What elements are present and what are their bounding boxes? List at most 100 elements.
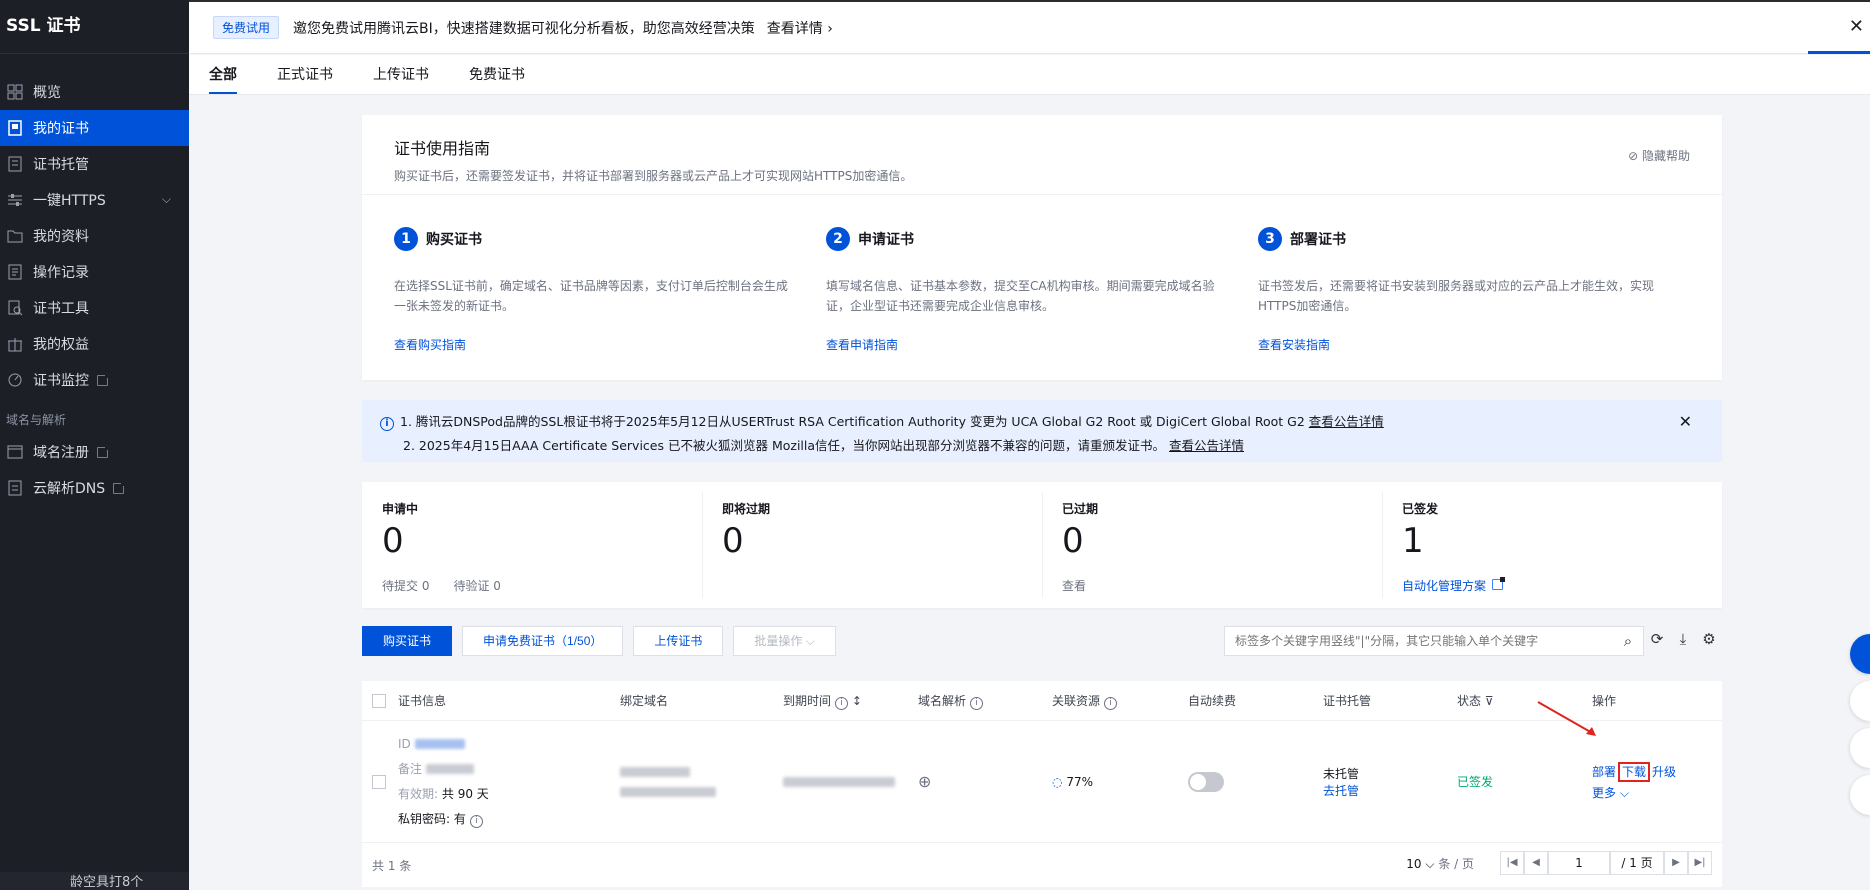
- step-number: 2: [826, 227, 850, 251]
- first-page-button[interactable]: |◀: [1500, 851, 1524, 875]
- sidebar-item-cert-tools[interactable]: 证书工具: [0, 290, 189, 326]
- search-box: ⌕: [1224, 626, 1644, 656]
- info-icon[interactable]: i: [970, 696, 984, 710]
- page-size-value: 10: [1406, 856, 1422, 871]
- step-desc: 证书签发后，还需要将证书安装到服务器或对应的云产品上才能生效，实现HTTPS加密…: [1258, 279, 1655, 313]
- col-dns: 域名解析 i: [918, 692, 1052, 710]
- stat-label: 即将过期: [722, 502, 771, 516]
- stat-value[interactable]: 0: [382, 521, 684, 561]
- promo-text: 邀您免费试用腾讯云BI，快速搭建数据可视化分析看板，助您高效经营决策: [293, 20, 755, 37]
- float-service-button[interactable]: [1850, 634, 1870, 674]
- col-auto-renew: 自动续费: [1188, 694, 1237, 708]
- sidebar-item-dns[interactable]: 云解析DNS: [0, 470, 189, 506]
- download-link[interactable]: 下载: [1618, 761, 1651, 782]
- tab-free[interactable]: 免费证书: [469, 55, 525, 94]
- stat-value[interactable]: 0: [1062, 521, 1364, 561]
- automation-link[interactable]: 自动化管理方案: [1402, 579, 1486, 593]
- page-total: / 1 页: [1610, 851, 1664, 875]
- prev-page-button[interactable]: ◀: [1524, 851, 1548, 875]
- download-icon[interactable]: ⤓: [1670, 630, 1696, 648]
- hide-help-button[interactable]: ⊘ 隐藏帮助: [1628, 147, 1690, 164]
- external-link-icon: [113, 480, 127, 494]
- stat-value[interactable]: 0: [722, 521, 1024, 561]
- page-size-select[interactable]: 10 ⌵ 条 / 页: [1406, 855, 1474, 872]
- domain-icon: [6, 443, 24, 461]
- sidebar-item-my-certificates[interactable]: 我的证书: [0, 110, 189, 146]
- loading-icon: ◌: [1052, 774, 1063, 789]
- sidebar-item-overview[interactable]: 概览: [0, 74, 189, 110]
- auto-renew-toggle[interactable]: [1188, 771, 1224, 792]
- float-cloud-button[interactable]: [1850, 681, 1870, 721]
- search-icon[interactable]: ⌕: [1613, 632, 1643, 650]
- page-size-unit: 条 / 页: [1438, 856, 1474, 871]
- stat-label: 已过期: [1062, 502, 1099, 516]
- table-footer: 共 1 条 10 ⌵ 条 / 页 |◀ ◀ 1 / 1 页 ▶ ▶|: [362, 843, 1722, 887]
- sidebar-item-my-profile[interactable]: 我的资料: [0, 218, 189, 254]
- last-page-button[interactable]: ▶|: [1688, 851, 1712, 875]
- info-icon[interactable]: i: [469, 814, 483, 828]
- stat-view-link[interactable]: 查看: [1062, 579, 1086, 593]
- upgrade-link[interactable]: 升级: [1652, 765, 1676, 779]
- info-icon[interactable]: i: [1104, 696, 1118, 710]
- apply-guide-link[interactable]: 查看申请指南: [826, 336, 1228, 353]
- gear-icon[interactable]: ⚙: [1696, 630, 1722, 648]
- refresh-icon[interactable]: ⟳: [1644, 630, 1670, 648]
- buy-certificate-button[interactable]: 购买证书: [362, 626, 453, 656]
- sidebar-item-hosting[interactable]: 证书托管: [0, 146, 189, 182]
- tab-formal[interactable]: 正式证书: [277, 55, 333, 94]
- redacted-cert-id[interactable]: [414, 739, 465, 749]
- close-icon[interactable]: ✕: [1849, 16, 1864, 37]
- certificate-table: 证书信息 绑定域名 到期时间 i ↕ 域名解析 i 关联资源 i 自动续费 证书托管 …: [362, 681, 1722, 887]
- tool-icon: [6, 299, 24, 317]
- stat-issued: 已签发 1 自动化管理方案: [1382, 482, 1722, 608]
- chevron-down-icon: ⌵: [805, 634, 815, 648]
- sliders-icon: [6, 191, 24, 209]
- select-all-checkbox[interactable]: [372, 693, 386, 708]
- sidebar-bottom-bar[interactable]: 龄空具打8个: [0, 872, 189, 890]
- private-key-label: 私钥密码:: [398, 811, 451, 826]
- buy-guide-link[interactable]: 查看购买指南: [394, 336, 796, 353]
- info-icon[interactable]: i: [835, 696, 849, 710]
- stat-pending-verify[interactable]: 待验证 0: [453, 579, 500, 593]
- sidebar-item-operation-log[interactable]: 操作记录: [0, 254, 189, 290]
- sidebar-item-domain-registration[interactable]: 域名注册: [0, 434, 189, 470]
- folder-icon: [6, 227, 24, 245]
- stat-label: 申请中: [382, 502, 419, 516]
- sidebar-item-label: 云解析DNS: [33, 481, 106, 497]
- table-toolbar: 购买证书 申请免费证书（1/50） 上传证书 批量操作 ⌵ ⌕ ⟳ ⤓ ⚙: [362, 626, 1722, 656]
- float-doc-button[interactable]: [1850, 728, 1870, 768]
- batch-operation-dropdown[interactable]: 批量操作 ⌵: [733, 626, 836, 656]
- upload-certificate-button[interactable]: 上传证书: [633, 626, 724, 656]
- apply-free-cert-button[interactable]: 申请免费证书（1/50）: [462, 626, 624, 656]
- sidebar-item-one-click-https[interactable]: 一键HTTPS ⌵: [0, 182, 189, 218]
- deploy-link[interactable]: 部署: [1592, 765, 1616, 779]
- float-menu-button[interactable]: [1850, 775, 1870, 815]
- go-hosting-link[interactable]: 去托管: [1323, 782, 1457, 799]
- close-icon[interactable]: ✕: [1679, 410, 1692, 434]
- search-input[interactable]: [1235, 634, 1613, 648]
- install-guide-link[interactable]: 查看安装指南: [1258, 336, 1660, 353]
- col-expiry[interactable]: 到期时间 i ↕: [783, 692, 918, 710]
- promo-details-link[interactable]: 查看详情 ›: [767, 18, 833, 38]
- notice-link-2[interactable]: 查看公告详情: [1169, 438, 1244, 453]
- tab-all[interactable]: 全部: [209, 55, 237, 94]
- sort-icon[interactable]: ↕: [852, 694, 862, 708]
- id-label: ID: [398, 736, 411, 751]
- filter-icon[interactable]: ⊽: [1485, 694, 1494, 708]
- private-key-value: 有: [453, 811, 466, 826]
- tab-uploaded[interactable]: 上传证书: [373, 55, 429, 94]
- page-input[interactable]: 1: [1548, 851, 1610, 875]
- sidebar-item-cert-monitor[interactable]: 证书监控: [0, 362, 189, 398]
- notice-link-1[interactable]: 查看公告详情: [1309, 414, 1384, 429]
- more-dropdown[interactable]: 更多 ⌵: [1592, 784, 1722, 801]
- certificate-icon: [6, 119, 24, 137]
- col-domain: 绑定域名: [620, 694, 669, 708]
- stat-pending-submit[interactable]: 待提交 0: [382, 579, 429, 593]
- sidebar-item-label: 证书监控: [33, 373, 89, 389]
- promo-banner: 免费试用 邀您免费试用腾讯云BI，快速搭建数据可视化分析看板，助您高效经营决策 …: [189, 0, 1870, 54]
- stat-value[interactable]: 1: [1402, 521, 1704, 561]
- row-checkbox[interactable]: [372, 774, 386, 789]
- globe-icon[interactable]: ⊕: [918, 772, 931, 791]
- next-page-button[interactable]: ▶: [1664, 851, 1688, 875]
- sidebar-item-my-benefits[interactable]: 我的权益: [0, 326, 189, 362]
